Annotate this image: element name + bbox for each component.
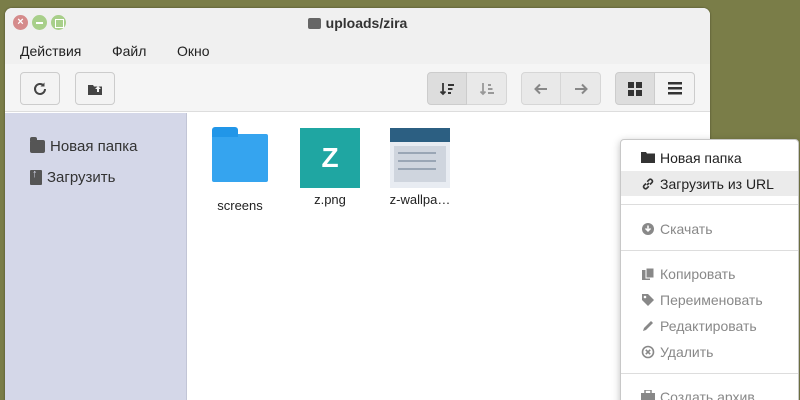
menu-window[interactable]: Окно: [177, 43, 210, 59]
image-thumbnail: [390, 128, 450, 188]
archive-icon: [641, 389, 655, 400]
folder-upload-icon: [88, 84, 102, 95]
ctx-item-label: Новая папка: [660, 149, 742, 166]
ctx-item-label: Переименовать: [660, 291, 763, 308]
download-icon: [641, 222, 655, 235]
list-icon: [667, 82, 682, 95]
list-view-button[interactable]: [655, 72, 695, 105]
grid-view-button[interactable]: [615, 72, 655, 105]
link-icon: [641, 177, 655, 190]
file-item-folder[interactable]: screens: [200, 127, 280, 213]
back-button[interactable]: [521, 72, 561, 105]
ctx-new-folder[interactable]: Новая папка: [621, 145, 798, 170]
sidebar-item-label: Загрузить: [47, 169, 116, 186]
context-menu: Новая папка Загрузить из URL Скачать Коп…: [620, 139, 799, 400]
ctx-item-label: Редактировать: [660, 317, 757, 334]
ctx-item-label: Создать архив: [660, 388, 755, 400]
sidebar-item-upload[interactable]: Загрузить: [30, 168, 116, 186]
sort-desc-icon: [439, 82, 454, 95]
arrow-right-icon: [574, 83, 588, 94]
file-name: screens: [217, 198, 263, 213]
divider: [621, 204, 798, 205]
file-manager-window: × uploads/zira Действия Файл Окно Новая …: [5, 8, 710, 400]
folder-icon: [30, 137, 45, 153]
divider: [621, 373, 798, 374]
sidebar-item-new-folder[interactable]: Новая папка: [30, 137, 138, 155]
drive-icon: [307, 18, 321, 29]
grid-icon: [628, 81, 642, 96]
sort-desc-button[interactable]: [427, 72, 467, 105]
sort-asc-button[interactable]: [467, 72, 507, 105]
new-folder-button[interactable]: [75, 72, 115, 105]
refresh-icon: [34, 82, 46, 95]
copy-icon: [641, 267, 655, 280]
forward-button[interactable]: [561, 72, 601, 105]
toolbar: [5, 64, 710, 112]
file-item-wallpaper[interactable]: z-wallpa…: [380, 128, 460, 207]
ctx-create-archive[interactable]: Создать архив: [621, 384, 798, 400]
pencil-icon: [641, 319, 655, 332]
folder-thumb: [210, 127, 270, 194]
folder-icon: [641, 151, 655, 164]
delete-icon: [641, 345, 655, 359]
ctx-delete[interactable]: Удалить: [621, 339, 798, 364]
image-thumbnail: Z: [300, 128, 360, 188]
arrow-left-icon: [534, 83, 547, 94]
tag-icon: [641, 293, 655, 306]
ctx-item-label: Скачать: [660, 220, 713, 237]
ctx-copy[interactable]: Копировать: [621, 261, 798, 286]
window-title: uploads/zira: [5, 15, 710, 31]
menubar: Действия Файл Окно: [5, 38, 710, 64]
sidebar-item-label: Новая папка: [50, 138, 138, 155]
upload-icon: [30, 168, 42, 185]
refresh-button[interactable]: [20, 72, 60, 105]
ctx-download[interactable]: Скачать: [621, 216, 798, 241]
divider: [621, 250, 798, 251]
ctx-rename[interactable]: Переименовать: [621, 287, 798, 312]
ctx-item-label: Загрузить из URL: [660, 175, 774, 192]
file-name: z-wallpa…: [389, 192, 451, 207]
menu-file[interactable]: Файл: [112, 43, 146, 59]
folder-icon: [212, 127, 268, 182]
ctx-upload-url[interactable]: Загрузить из URL: [621, 171, 798, 196]
sidebar: Новая папка Загрузить: [5, 113, 187, 400]
ctx-item-label: Удалить: [660, 343, 714, 360]
file-item-png[interactable]: Z z.png: [290, 128, 370, 207]
titlebar[interactable]: × uploads/zira: [5, 8, 710, 38]
menu-actions[interactable]: Действия: [20, 43, 81, 59]
sort-asc-icon: [479, 82, 494, 95]
file-name: z.png: [314, 192, 346, 207]
ctx-edit[interactable]: Редактировать: [621, 313, 798, 338]
ctx-item-label: Копировать: [660, 265, 736, 282]
